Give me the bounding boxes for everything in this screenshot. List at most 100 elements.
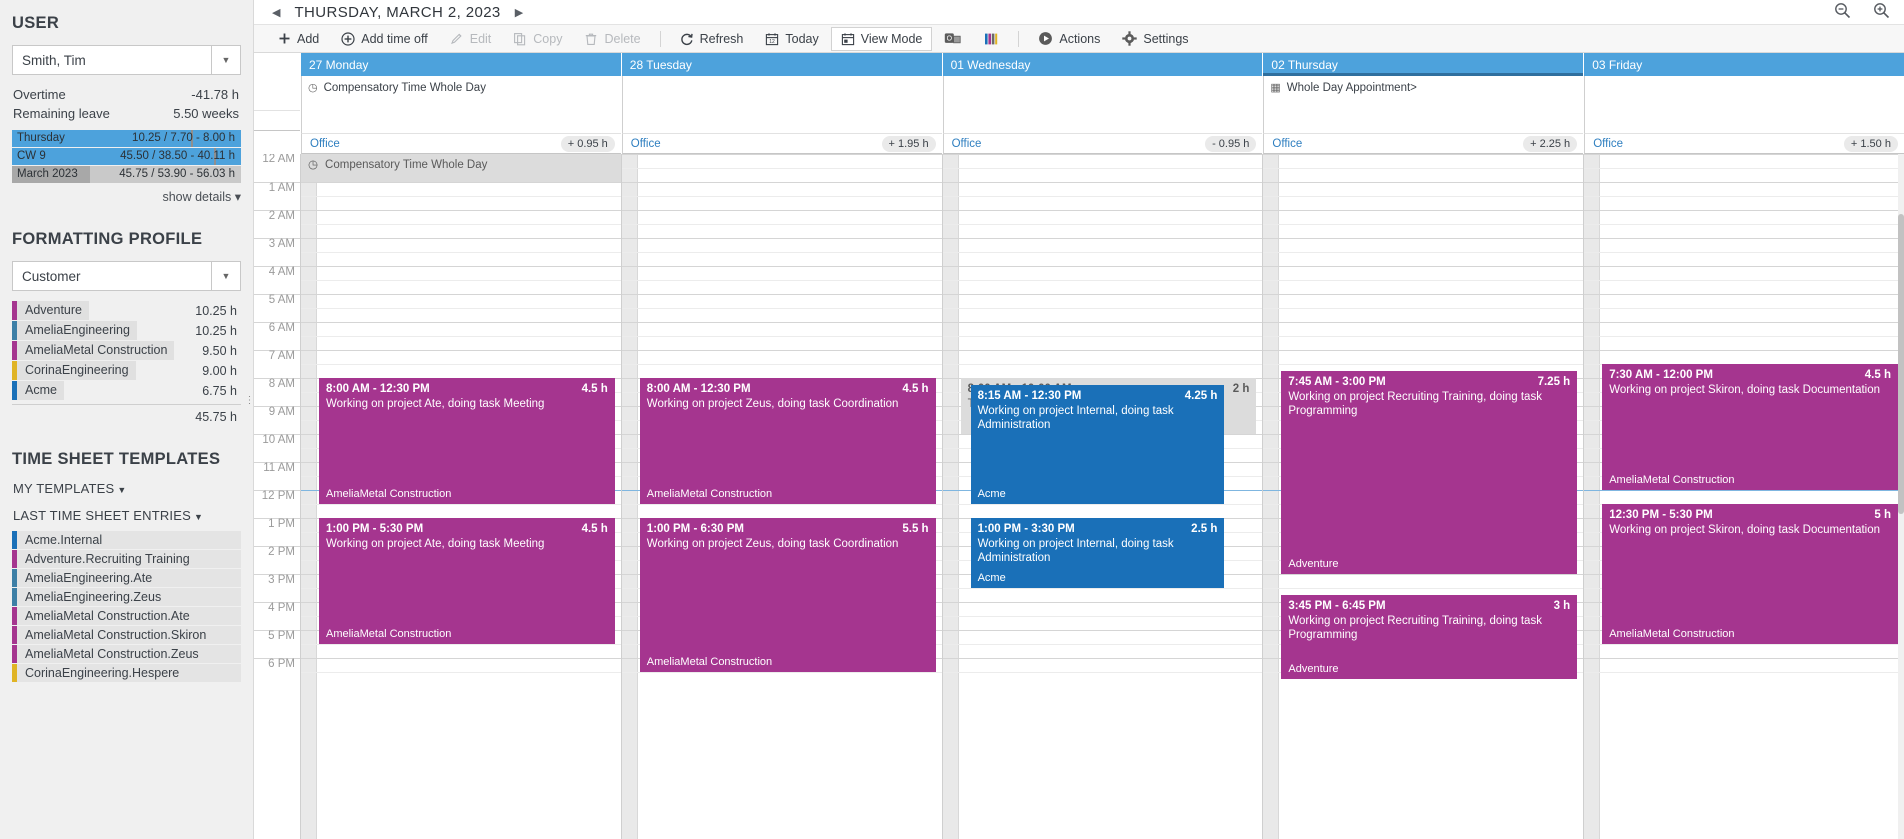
project-name: AmeliaEngineering (17, 321, 137, 340)
refresh-button[interactable]: Refresh (670, 27, 754, 51)
time-axis-hour: 4 PM (254, 602, 300, 630)
list-item[interactable]: Adventure.Recruiting Training (12, 550, 241, 568)
settings-button[interactable]: Settings (1112, 27, 1198, 51)
day-column-gutter (1584, 154, 1601, 839)
calendar-event[interactable]: 7:45 AM - 3:00 PM 7.25 h Working on projec… (1281, 371, 1578, 574)
list-item[interactable]: AmeliaEngineering.Ate (12, 569, 241, 587)
last-entries-toggle[interactable]: LAST TIME SHEET ENTRIES ▼ (13, 508, 241, 523)
event-hours: 2 h (1232, 383, 1250, 395)
today-button[interactable]: 12 Today (755, 27, 828, 51)
triangle-right-icon[interactable]: ▶ (507, 6, 531, 19)
time-axis-hour: 11 AM (254, 462, 300, 490)
all-day-event[interactable]: ▦ Whole Day Appointment> (1270, 81, 1577, 95)
event-time: 7:45 AM - 3:00 PM (1288, 376, 1386, 388)
hour-gridline (942, 322, 1263, 323)
list-item[interactable]: AmeliaMetal Construction.Zeus (12, 645, 241, 663)
calendar-event[interactable]: 1:00 PM - 3:30 PM 2.5 h Working on project… (970, 518, 1225, 588)
zoom-out-icon[interactable] (1834, 2, 1851, 24)
user-progress-label: Thursday (17, 132, 65, 144)
day-column-3[interactable]: 7:45 AM - 3:00 PM 7.25 h Working on projec… (1262, 154, 1584, 839)
calendar-event[interactable]: 8:00 AM - 12:30 PM 4.5 h Working on projec… (639, 378, 936, 504)
hour-gridline (1584, 238, 1904, 239)
project-row[interactable]: AmeliaEngineering 10.25 h (12, 321, 241, 340)
sidebar-resize-handle[interactable]: ⋮ (245, 380, 254, 420)
office-label: Office (630, 137, 661, 150)
half-hour-gridline (301, 252, 621, 253)
list-item[interactable]: AmeliaEngineering.Zeus (12, 588, 241, 606)
show-details-toggle[interactable]: show details ▾ (12, 189, 241, 204)
event-time: 1:00 PM - 5:30 PM (326, 523, 424, 535)
calendar-event[interactable]: 3:45 PM - 6:45 PM 3 h Working on project R… (1281, 595, 1578, 679)
list-item[interactable]: CorinaEngineering.Hespere (12, 664, 241, 682)
copy-button: Copy (503, 27, 572, 51)
event-footer: AmeliaMetal Construction (646, 488, 773, 500)
add-button[interactable]: Add (268, 27, 329, 51)
office-hours: + 1.95 h (881, 135, 936, 152)
zoom-controls (1834, 2, 1890, 24)
hour-gridline (301, 658, 621, 659)
view-mode-button[interactable]: View Mode (830, 26, 933, 51)
chevron-down-icon[interactable]: ▼ (211, 261, 241, 291)
columns-view-icon[interactable] (973, 27, 1009, 51)
time-axis-hour: 6 AM (254, 322, 300, 350)
time-axis: 12 AM 1 AM 2 AM 3 AM 4 AM 5 AM 6 AM 7 AM 8 AM 9 A… (254, 154, 300, 839)
triangle-left-icon[interactable]: ◀ (264, 6, 288, 19)
time-axis-hour: 12 PM (254, 490, 300, 518)
time-axis-hour: 3 PM (254, 574, 300, 602)
event-hours: 4.25 h (1184, 390, 1218, 402)
calendar-event[interactable]: 8:00 AM - 12:30 PM 4.5 h Working on projec… (319, 378, 615, 504)
formatting-profile-value[interactable]: Customer (12, 261, 211, 291)
list-item[interactable]: AmeliaMetal Construction.Skiron (12, 626, 241, 644)
time-axis-hour: 7 AM (254, 350, 300, 378)
calendar-event[interactable]: 1:00 PM - 6:30 PM 5.5 h Working on project… (639, 518, 936, 672)
all-day-event[interactable]: ◷ Compensatory Time Whole Day (308, 81, 615, 95)
day-header-1[interactable]: 28 Tuesday Office + 1.95 h (620, 53, 942, 154)
project-row[interactable]: AmeliaMetal Construction 9.50 h (12, 341, 241, 360)
project-row[interactable]: Acme 6.75 h (12, 381, 241, 400)
actions-button[interactable]: Actions (1028, 27, 1110, 51)
day-column-0[interactable]: ◷ Compensatory Time Whole Day 8:00 AM - 12… (300, 154, 621, 839)
add-time-off-button[interactable]: Add time off (331, 27, 437, 51)
user-select[interactable]: Smith, Tim ▼ (12, 45, 241, 75)
calendar-event[interactable]: 1:00 PM - 5:30 PM 4.5 h Working on project… (319, 518, 615, 644)
hour-gridline (942, 350, 1263, 351)
project-row[interactable]: Adventure 10.25 h (12, 301, 241, 320)
project-row[interactable]: CorinaEngineering 9.00 h (12, 361, 241, 380)
calendar-event[interactable]: 7:30 AM - 12:00 PM 4.5 h Working on projec… (1602, 364, 1898, 490)
all-day-ghost-event[interactable]: ◷ Compensatory Time Whole Day (301, 154, 621, 182)
day-column-2[interactable]: 8:00 AM - 10:00 AM2 hTi8:15 AM - 12:30 P… (941, 154, 1263, 839)
event-description: Working on project Zeus, doing task Coor… (646, 538, 899, 550)
hour-gridline (1263, 266, 1584, 267)
my-templates-toggle[interactable]: MY TEMPLATES ▼ (13, 481, 241, 496)
calendar-event[interactable]: 8:15 AM - 12:30 PM 4.25 h Working on proje… (970, 385, 1225, 504)
project-hours-list: Adventure 10.25 h AmeliaEngineering 10.25 h… (12, 301, 241, 400)
day-header-0[interactable]: 27 Monday ◷ Compensatory Time Whole Day Off… (300, 53, 621, 154)
outlook-sync-icon[interactable]: O (934, 27, 971, 51)
day-header-4[interactable]: 03 Friday Office + 1.50 h (1583, 53, 1904, 154)
half-hour-gridline (1263, 308, 1584, 309)
event-time: 1:00 PM - 6:30 PM (646, 523, 744, 535)
calendar-scrollbar-thumb[interactable] (1898, 214, 1904, 514)
hour-gridline (1263, 350, 1584, 351)
formatting-profile-select[interactable]: Customer ▼ (12, 261, 241, 291)
event-footer: AmeliaMetal Construction (646, 656, 773, 668)
day-header-2[interactable]: 01 Wednesday Office - 0.95 h (941, 53, 1263, 154)
half-hour-gridline (942, 644, 1263, 645)
day-header-3[interactable]: 02 Thursday ▦ Whole Day Appointment> Office… (1262, 53, 1584, 154)
remaining-leave-value: 5.50 weeks (173, 106, 239, 121)
chevron-down-icon[interactable]: ▼ (211, 45, 241, 75)
hour-gridline (1584, 154, 1904, 155)
event-hours: 4.5 h (581, 523, 608, 535)
time-axis-label: 1 AM (268, 182, 295, 194)
zoom-in-icon[interactable] (1873, 2, 1890, 24)
day-column-4[interactable]: 7:30 AM - 12:00 PM 4.5 h Working on projec… (1583, 154, 1904, 839)
hour-gridline (621, 154, 942, 155)
event-time: 8:15 AM - 12:30 PM (977, 390, 1082, 402)
list-item[interactable]: Acme.Internal (12, 531, 241, 549)
time-axis-label: 12 AM (262, 154, 295, 165)
list-item[interactable]: AmeliaMetal Construction.Ate (12, 607, 241, 625)
calendar-event[interactable]: 12:30 PM - 5:30 PM 5 h Working on project … (1602, 504, 1898, 644)
user-select-value[interactable]: Smith, Tim (12, 45, 211, 75)
event-description: Working on project Recruiting Training, … (1288, 615, 1542, 641)
day-column-1[interactable]: 8:00 AM - 12:30 PM 4.5 h Working on projec… (620, 154, 942, 839)
